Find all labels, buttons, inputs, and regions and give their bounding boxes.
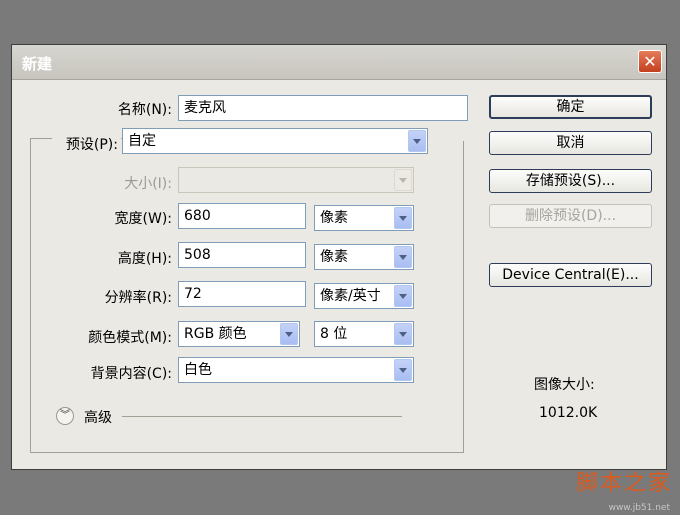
resolution-unit-select[interactable]: 像素/英寸 [314, 283, 414, 309]
chevron-down-icon[interactable] [408, 130, 426, 152]
title-bar[interactable]: 新建 ✕ [12, 45, 666, 80]
preset-value: 自定 [128, 133, 156, 149]
chevron-down-icon[interactable] [394, 246, 412, 268]
bit-depth-select[interactable]: 8 位 [314, 321, 414, 347]
ok-button[interactable]: 确定 [489, 95, 652, 119]
close-button[interactable]: ✕ [638, 50, 662, 73]
advanced-separator [122, 416, 402, 417]
height-unit-value: 像素 [320, 249, 348, 265]
expand-advanced-button[interactable]: ︾ [56, 407, 74, 425]
delete-preset-button: 删除预设(D)... [489, 204, 652, 228]
color-mode-select[interactable]: RGB 颜色 [178, 321, 300, 347]
background-select[interactable]: 白色 [178, 357, 414, 383]
chevron-down-icon[interactable] [280, 323, 298, 345]
background-value: 白色 [184, 362, 212, 378]
name-input[interactable]: 麦克风 [178, 95, 468, 121]
width-unit-value: 像素 [320, 210, 348, 226]
bit-depth-value: 8 位 [320, 326, 348, 342]
cancel-button[interactable]: 取消 [489, 131, 652, 155]
save-preset-button[interactable]: 存储预设(S)... [489, 169, 652, 193]
size-label: 大小(I): [124, 176, 172, 192]
name-label: 名称(N): [117, 102, 172, 118]
chevron-down-icon [394, 169, 412, 191]
background-label: 背景内容(C): [90, 366, 172, 382]
chevron-down-icon[interactable] [394, 207, 412, 229]
color-mode-label: 颜色模式(M): [88, 330, 172, 346]
resolution-unit-value: 像素/英寸 [320, 288, 381, 304]
width-input[interactable]: 680 [178, 203, 306, 229]
height-label: 高度(H): [117, 251, 172, 267]
chevron-down-icon[interactable] [394, 359, 412, 381]
height-input[interactable]: 508 [178, 242, 306, 268]
size-select [178, 167, 414, 193]
color-mode-value: RGB 颜色 [184, 326, 247, 342]
device-central-button[interactable]: Device Central(E)... [489, 263, 652, 287]
resolution-input[interactable]: 72 [178, 281, 306, 307]
chevron-down-icon[interactable] [394, 285, 412, 307]
chevron-down-icon[interactable] [394, 323, 412, 345]
image-size-value: 1012.0K [539, 405, 598, 421]
preset-select[interactable]: 自定 [122, 128, 428, 154]
image-size-label: 图像大小: [534, 377, 595, 393]
resolution-label: 分辨率(R): [104, 290, 172, 306]
close-icon: ✕ [643, 52, 657, 71]
height-unit-select[interactable]: 像素 [314, 244, 414, 270]
watermark-url: www.jb51.net [608, 503, 670, 513]
advanced-label: 高级 [84, 410, 112, 426]
new-document-dialog: 新建 ✕ 名称(N): 麦克风 预设(P): 自定 大小(I): 宽度(W): … [11, 44, 667, 470]
dialog-title: 新建 [22, 55, 53, 73]
watermark-logo: 脚本之家 [575, 471, 672, 496]
width-unit-select[interactable]: 像素 [314, 205, 414, 231]
width-label: 宽度(W): [114, 211, 172, 227]
double-chevron-down-icon: ︾ [60, 410, 70, 421]
preset-label: 预设(P): [56, 134, 118, 154]
